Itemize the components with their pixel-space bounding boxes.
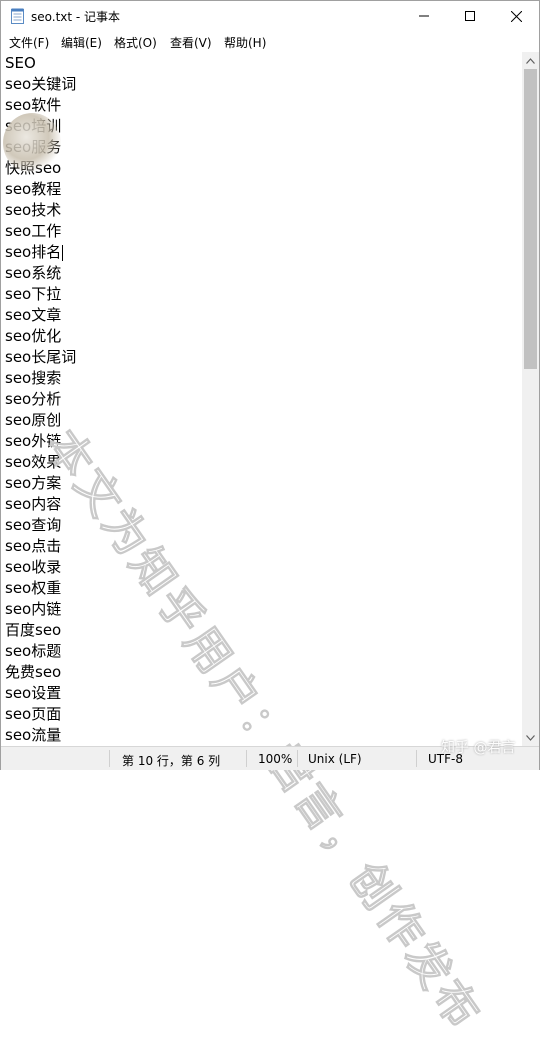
minimize-button[interactable] [401,1,447,31]
text-line: 免费seo [5,663,62,681]
text-line: seo工作 [5,222,62,240]
status-divider [297,750,298,767]
text-line: seo方案 [5,474,62,492]
status-cursor-position: 第 10 行，第 6 列 [122,754,221,768]
status-line-ending: Unix (LF) [308,752,362,766]
text-line: seo权重 [5,579,62,597]
text-line: SEO [5,54,36,72]
text-line: seo外链 [5,432,62,450]
window-title: seo.txt - 记事本 [31,10,121,24]
text-line: seo教程 [5,180,62,198]
status-divider [416,750,417,767]
status-divider [246,750,247,767]
chevron-up-icon [526,57,535,64]
text-line: seo流量 [5,726,62,744]
maximize-button[interactable] [447,1,493,31]
close-button[interactable] [493,1,539,31]
menu-format[interactable]: 格式(O) [114,34,157,51]
text-line: seo内容 [5,495,62,513]
text-editor-area[interactable]: SEOseo关键词seo软件seo培训seo服务快照seoseo教程seo技术s… [1,52,522,746]
text-line: seo标题 [5,642,62,660]
status-divider [109,750,110,767]
text-line: seo下拉 [5,285,62,303]
notepad-window: seo.txt - 记事本 文件(F) 编辑(E) 格式(O) 查看(V) 帮助… [0,0,540,1040]
vertical-scrollbar[interactable] [522,52,539,746]
text-line: seo排名 [5,243,64,261]
menu-help[interactable]: 帮助(H) [224,34,266,51]
text-line: seo设置 [5,684,62,702]
minimize-icon [419,15,429,17]
menu-view[interactable]: 查看(V) [170,34,212,51]
text-line: seo搜索 [5,369,62,387]
text-line: seo优化 [5,327,62,345]
text-line: seo关键词 [5,75,77,93]
site-watermark: 知乎 @君言 [441,740,516,756]
text-line: seo查询 [5,516,62,534]
text-line: seo原创 [5,411,62,429]
text-line: seo文章 [5,306,62,324]
text-line: seo效果 [5,453,62,471]
text-line: seo内链 [5,600,62,618]
text-line: 百度seo [5,621,62,639]
title-bar[interactable]: seo.txt - 记事本 [1,1,539,31]
menu-bar: 文件(F) 编辑(E) 格式(O) 查看(V) 帮助(H) [1,31,539,52]
watermark-logo [3,113,61,173]
text-caret [62,244,64,261]
close-icon [510,10,522,22]
scroll-up-button[interactable] [522,52,539,69]
text-line: seo页面 [5,705,62,723]
text-line: seo分析 [5,390,62,408]
maximize-icon [465,11,475,21]
text-line: seo点击 [5,537,62,555]
text-line: seo系统 [5,264,62,282]
text-line: seo收录 [5,558,62,576]
text-line: seo长尾词 [5,348,77,366]
notepad-icon [11,8,24,24]
chevron-down-icon [526,734,535,741]
text-line: seo技术 [5,201,62,219]
menu-edit[interactable]: 编辑(E) [61,34,102,51]
menu-file[interactable]: 文件(F) [9,34,49,51]
scroll-down-button[interactable] [522,729,539,746]
status-zoom: 100% [258,752,293,766]
scrollbar-thumb[interactable] [524,69,537,369]
